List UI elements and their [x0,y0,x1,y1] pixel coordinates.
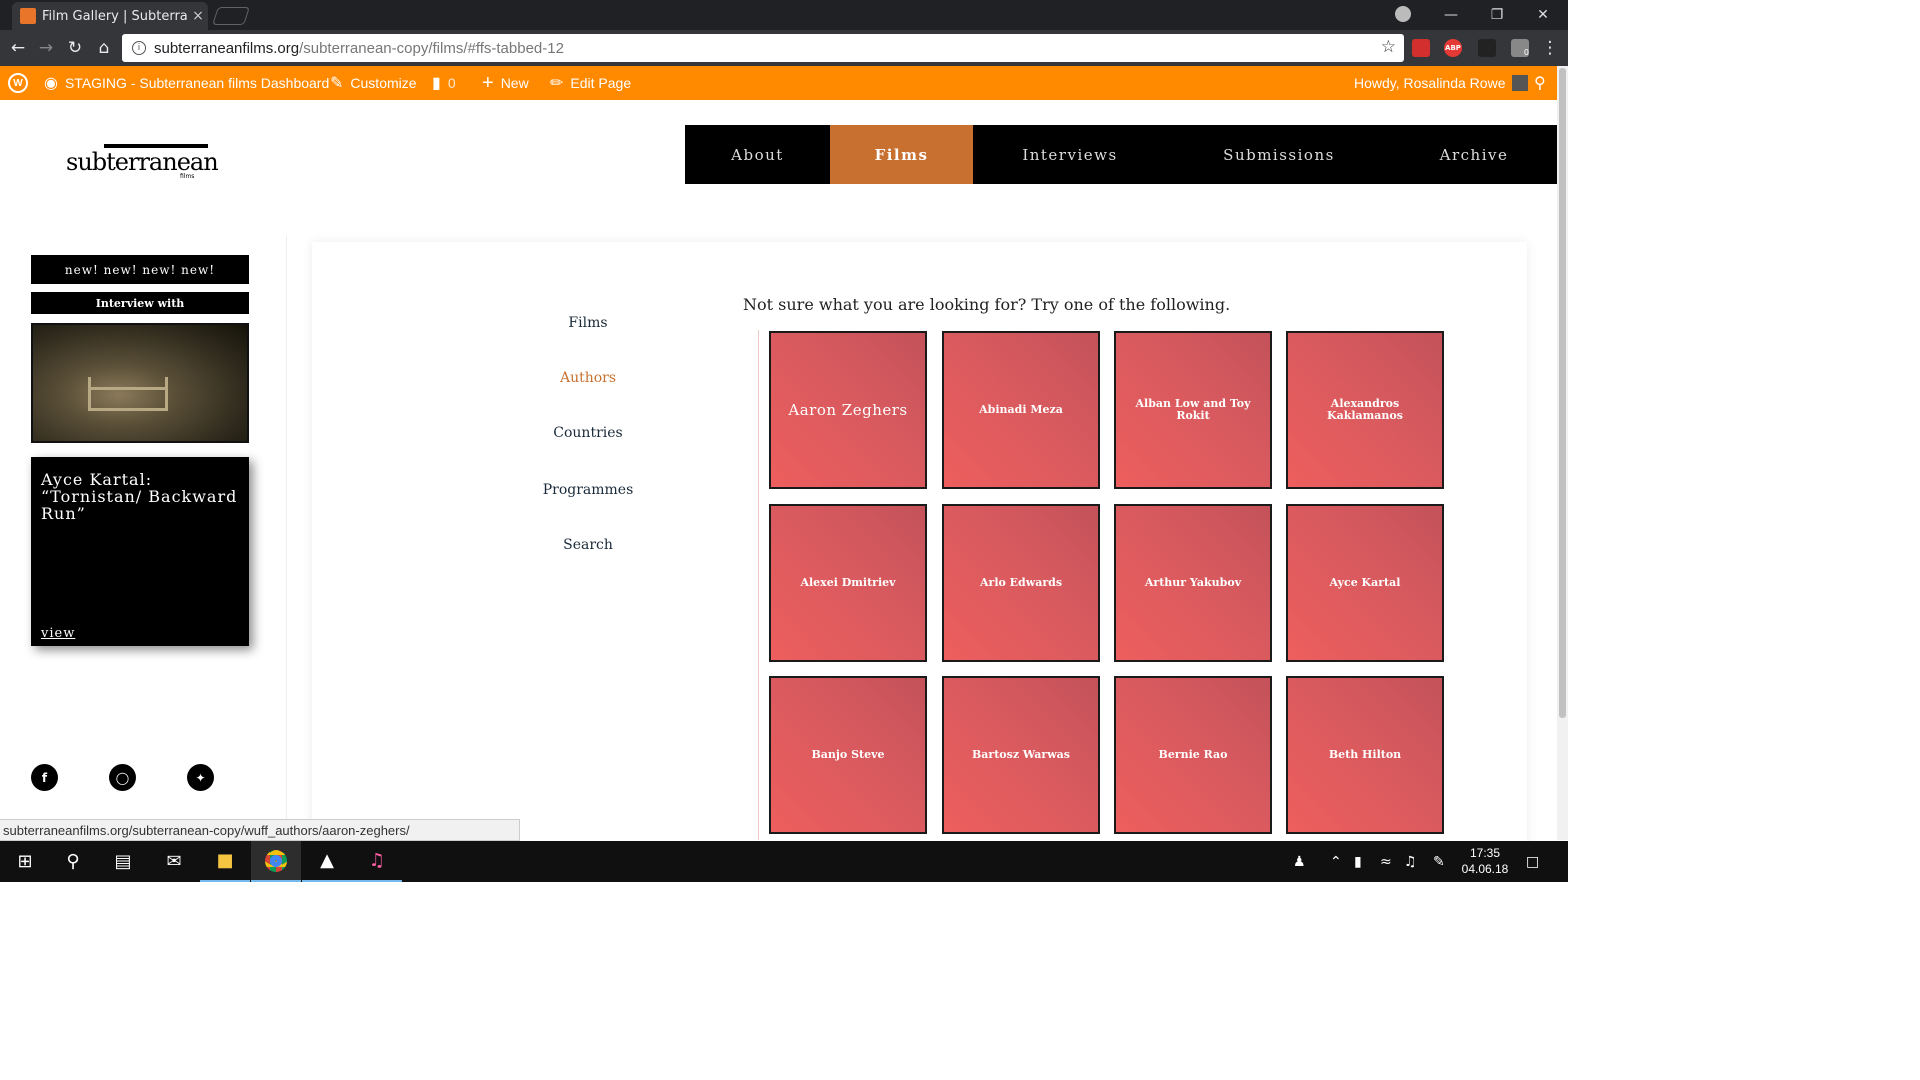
plus-icon: + [482,71,494,94]
browser-tab[interactable]: Film Gallery | Subterranean films × [12,2,208,30]
pencil-icon: ✏ [550,75,564,92]
feature-title: Ayce Kartal: “Tornistan/ Backward Run” [41,470,238,523]
home-icon[interactable]: ⌂ [92,36,116,60]
task-view-icon[interactable]: ▤ [98,841,148,882]
feature-view-link[interactable]: view [41,626,75,641]
interview-label: Interview with [31,292,249,314]
site-favicon-icon [20,8,36,24]
category-search[interactable]: Search [500,537,676,553]
photos-icon[interactable]: ▲ [302,841,352,882]
nav-archive[interactable]: Archive [1391,125,1557,184]
author-tile[interactable]: Ayce Kartal [1286,504,1444,662]
extension-badge-icon[interactable]: 0 [1511,39,1529,57]
volume-icon[interactable]: ♫ [1404,841,1417,882]
nav-about[interactable]: About [685,125,830,184]
twitter-icon[interactable]: ✦ [187,764,214,791]
close-tab-icon[interactable]: × [188,8,208,24]
bookmark-star-icon[interactable]: ☆ [1381,37,1396,57]
tab-title: Film Gallery | Subterranean films [42,8,188,24]
main-nav: About Films Interviews Submissions Archi… [685,125,1557,184]
avatar [1512,75,1529,91]
wp-logo-icon[interactable]: W [8,66,28,100]
file-explorer-icon[interactable]: ■ [200,841,250,882]
category-authors[interactable]: Authors [500,370,676,386]
author-tile[interactable]: Alexandros Kaklamanos [1286,331,1444,489]
menu-icon[interactable]: ⋮ [1538,36,1562,60]
site-logo[interactable]: subterranean films [66,140,219,184]
author-tile[interactable]: Beth Hilton [1286,676,1444,834]
interview-thumbnail[interactable] [31,323,249,443]
author-tile[interactable]: Arlo Edwards [942,504,1100,662]
url-text: subterraneanfilms.org/subterranean-copy/… [154,39,564,57]
brush-icon: ✎ [330,75,344,92]
wp-search-icon[interactable]: ⚲ [1534,66,1546,100]
comment-icon: ▮ [432,75,441,92]
wp-account-menu[interactable]: Howdy, Rosalinda Rowe [1354,66,1529,100]
author-tile[interactable]: Arthur Yakubov [1114,504,1272,662]
feature-card[interactable]: Ayce Kartal: “Tornistan/ Backward Run” v… [31,457,249,646]
battery-icon[interactable]: ▮ [1354,841,1362,882]
author-tile[interactable]: Banjo Steve [769,676,927,834]
gallery-hint: Not sure what you are looking for? Try o… [743,295,1231,314]
author-tile[interactable]: Bernie Rao [1114,676,1272,834]
windows-taskbar: ⊞ ⚲ ▤ ✉ ■ ▲ ♫ ♟ ⌃ ▮ ≈ ♫ ✎ 17:35 04.06.18… [0,841,1568,882]
itunes-icon[interactable]: ♫ [352,841,402,882]
notifications-icon[interactable]: □ [1526,841,1539,882]
new-banner: new! new! new! new! [31,255,249,284]
instagram-icon[interactable]: ◯ [109,764,136,791]
author-tile[interactable]: Bartosz Warwas [942,676,1100,834]
nav-submissions[interactable]: Submissions [1167,125,1391,184]
author-tile[interactable]: Alexei Dmitriev [769,504,927,662]
extension-icon[interactable] [1478,39,1496,57]
author-tile[interactable]: Alban Low and Toy Rokit [1114,331,1272,489]
nav-films[interactable]: Films [830,125,973,184]
wifi-icon[interactable]: ≈ [1380,841,1392,882]
wp-edit-page-link[interactable]: ✏ Edit Page [550,66,631,100]
taskbar-clock[interactable]: 17:35 04.06.18 [1455,845,1515,877]
start-icon[interactable]: ⊞ [0,841,50,882]
author-tile[interactable]: Aaron Zeghers [769,331,927,489]
wp-site-link[interactable]: ◉ STAGING - Subterranean films Dashboard [44,66,329,100]
forward-icon[interactable]: → [34,36,58,60]
browser-tab-bar: Film Gallery | Subterranean films × — ❐ … [0,0,1568,30]
link-status-bubble: subterraneanfilms.org/subterranean-copy/… [0,819,520,841]
search-icon[interactable]: ⚲ [48,841,98,882]
address-bar[interactable]: i subterraneanfilms.org/subterranean-cop… [122,34,1404,62]
author-tile[interactable]: Abinadi Meza [942,331,1100,489]
category-programmes[interactable]: Programmes [500,482,676,498]
reload-icon[interactable]: ↻ [63,36,87,60]
dashboard-icon: ◉ [44,75,58,92]
page-scrollbar[interactable] [1557,66,1568,840]
new-tab-button[interactable] [212,7,250,25]
chevron-up-icon[interactable]: ⌃ [1330,841,1342,882]
adblock-icon[interactable]: ABP [1444,39,1462,57]
people-icon[interactable]: ♟ [1293,841,1306,882]
mail-icon[interactable]: ✉ [149,841,199,882]
category-countries[interactable]: Countries [500,425,676,441]
minimize-icon[interactable]: — [1428,0,1474,30]
wp-customize-link[interactable]: ✎ Customize [330,66,417,100]
facebook-icon[interactable]: f [31,764,58,791]
sidebar-divider [286,236,287,840]
pen-icon[interactable]: ✎ [1433,841,1445,882]
profile-icon[interactable] [1395,6,1411,22]
nav-interviews[interactable]: Interviews [973,125,1167,184]
info-icon[interactable]: i [132,41,146,55]
back-icon[interactable]: ← [6,36,30,60]
browser-toolbar: ← → ↻ ⌂ i subterraneanfilms.org/subterra… [0,30,1568,66]
gallery-divider [758,330,759,840]
pocket-icon[interactable] [1412,39,1430,57]
scrollbar-thumb[interactable] [1559,68,1566,718]
wp-new-link[interactable]: + New [482,66,529,100]
wp-admin-bar: W ◉ STAGING - Subterranean films Dashboa… [0,66,1557,100]
category-films[interactable]: Films [500,315,676,331]
restore-icon[interactable]: ❐ [1474,0,1520,30]
chrome-icon[interactable] [251,841,301,882]
close-window-icon[interactable]: ✕ [1520,0,1566,30]
wp-comments-link[interactable]: ▮ 0 [432,66,456,100]
